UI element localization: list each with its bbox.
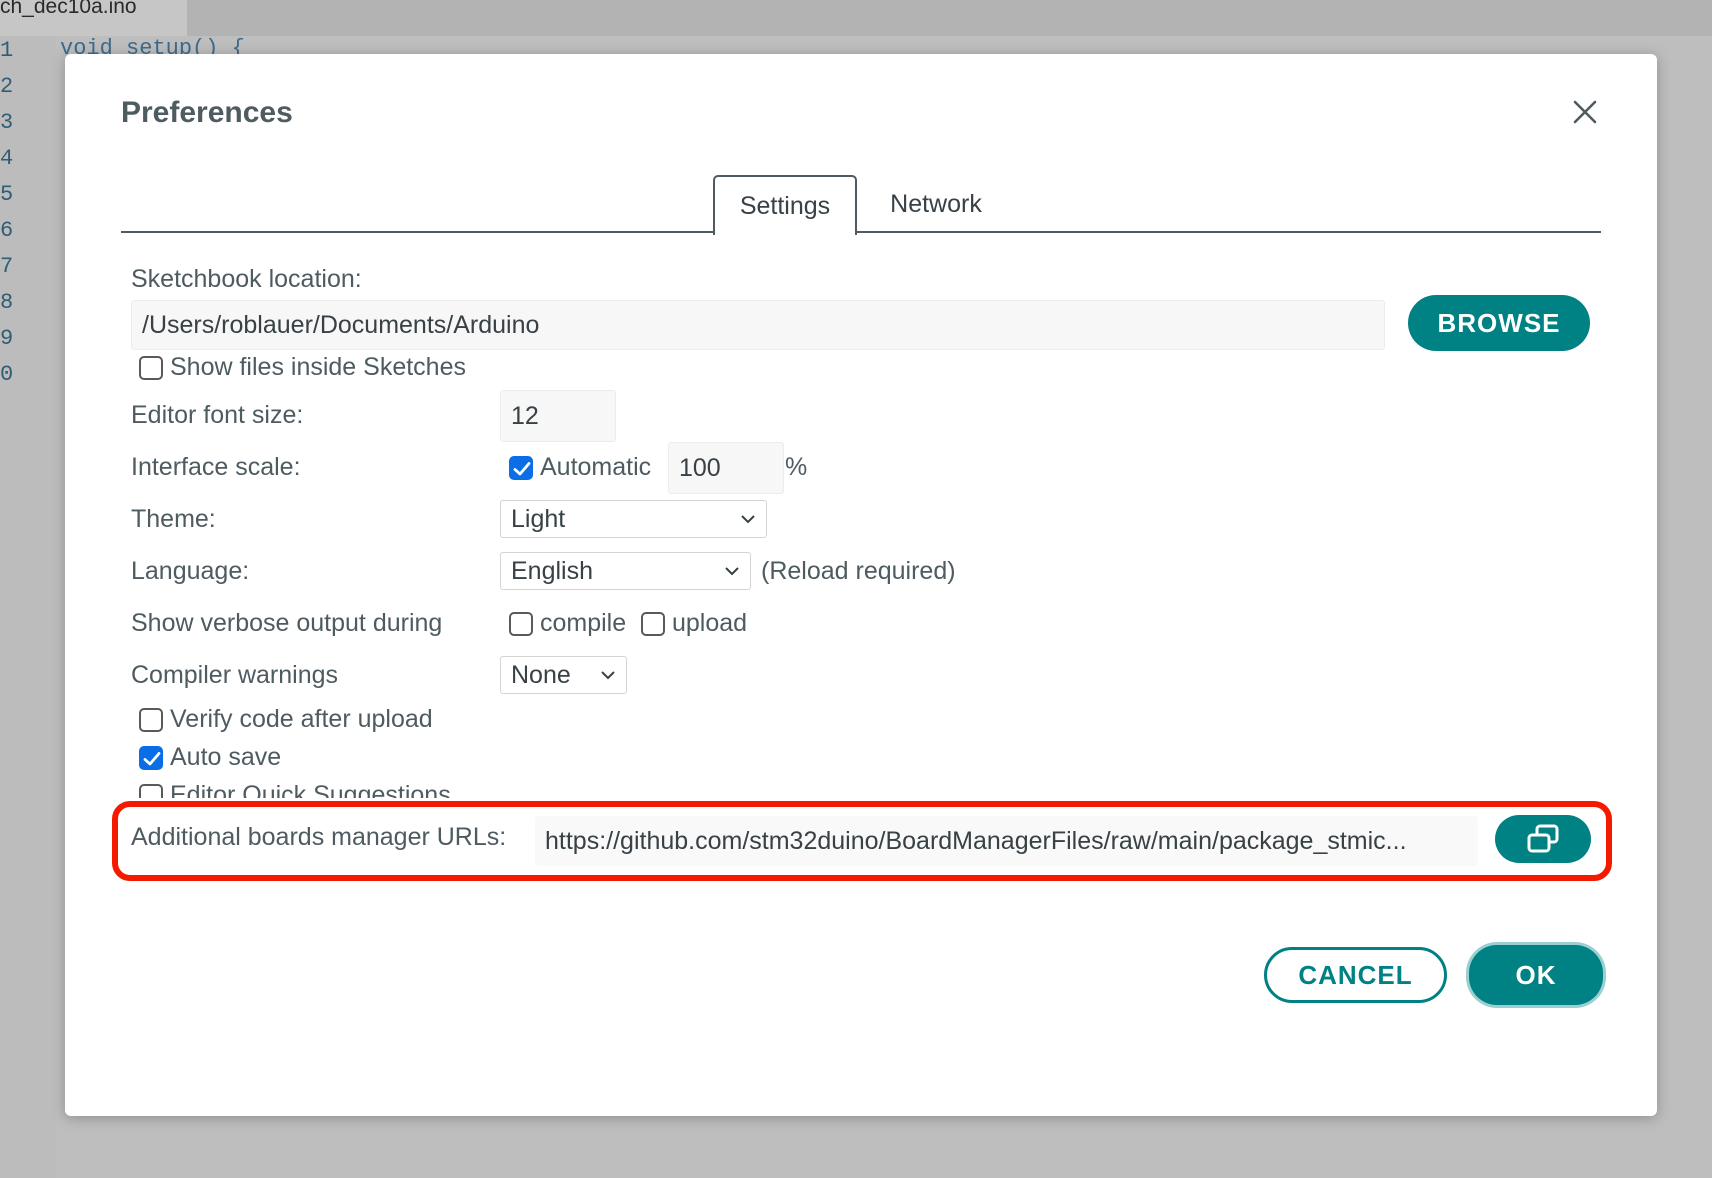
quick-suggestions-label: Editor Quick Suggestions <box>170 781 451 798</box>
editor-tab-bar <box>0 0 1712 36</box>
dialog-title: Preferences <box>121 96 293 129</box>
compiler-warnings-select[interactable]: None <box>500 656 627 694</box>
chevron-down-icon <box>601 671 615 680</box>
verbose-upload-label: upload <box>672 609 748 637</box>
interface-scale-label: Interface scale: <box>131 453 301 481</box>
font-size-input[interactable]: 12 <box>500 390 616 442</box>
line-number: 9 <box>0 326 14 351</box>
chevron-down-icon <box>725 567 739 576</box>
show-files-checkbox[interactable] <box>139 356 163 380</box>
verbose-upload-checkbox[interactable] <box>641 612 665 636</box>
verbose-output-label: Show verbose output during <box>131 609 443 637</box>
line-number: 3 <box>0 110 14 135</box>
editor-tab[interactable]: ch_dec10a.ino <box>0 0 187 36</box>
close-button[interactable] <box>1567 94 1603 130</box>
reload-required-note: (Reload required) <box>761 557 956 585</box>
checkmark-icon <box>143 752 161 766</box>
checkmark-icon <box>513 462 531 476</box>
line-number: 2 <box>0 74 14 99</box>
percent-label: % <box>785 453 808 481</box>
sketchbook-location-input[interactable]: /Users/roblauer/Documents/Arduino <box>131 300 1385 350</box>
line-number: 7 <box>0 254 14 279</box>
interface-scale-input[interactable]: 100 <box>668 442 784 494</box>
ok-button[interactable]: OK <box>1469 945 1603 1005</box>
chevron-down-icon <box>741 515 755 524</box>
preferences-dialog: Preferences Settings Network Sketchbook … <box>65 54 1657 1116</box>
highlight-annotation <box>112 801 1612 881</box>
automatic-scale-checkbox[interactable] <box>509 456 533 480</box>
line-number: 1 <box>0 38 14 63</box>
language-label: Language: <box>131 557 250 585</box>
close-icon <box>1573 100 1597 124</box>
tab-settings[interactable]: Settings <box>713 175 857 235</box>
line-numbers: 1 2 3 4 5 6 7 8 9 0 <box>0 36 20 396</box>
cancel-button[interactable]: CANCEL <box>1264 947 1447 1003</box>
verbose-compile-checkbox[interactable] <box>509 612 533 636</box>
auto-save-label: Auto save <box>170 743 282 771</box>
theme-select[interactable]: Light <box>500 500 767 538</box>
line-number: 8 <box>0 290 14 315</box>
tabs-divider <box>121 231 1601 233</box>
line-number: 4 <box>0 146 14 171</box>
theme-label: Theme: <box>131 505 216 533</box>
verbose-compile-label: compile <box>540 609 627 637</box>
quick-suggestions-checkbox[interactable] <box>139 784 163 798</box>
verify-after-upload-checkbox[interactable] <box>139 708 163 732</box>
browse-button[interactable]: BROWSE <box>1408 295 1590 351</box>
auto-save-checkbox[interactable] <box>139 746 163 770</box>
language-select[interactable]: English <box>500 552 751 590</box>
line-number: 5 <box>0 182 14 207</box>
tab-network[interactable]: Network <box>871 175 1001 233</box>
line-number: 6 <box>0 218 14 243</box>
compiler-warnings-value: None <box>511 660 571 689</box>
verify-after-upload-label: Verify code after upload <box>170 705 433 733</box>
line-number: 0 <box>0 362 14 387</box>
quick-suggestions-row: Editor Quick Suggestions <box>125 774 625 798</box>
sketchbook-location-label: Sketchbook location: <box>131 265 362 293</box>
language-value: English <box>511 556 593 585</box>
automatic-scale-label: Automatic <box>540 453 652 481</box>
show-files-label: Show files inside Sketches <box>170 353 466 381</box>
theme-value: Light <box>511 504 566 533</box>
font-size-label: Editor font size: <box>131 401 304 429</box>
compiler-warnings-label: Compiler warnings <box>131 661 339 689</box>
